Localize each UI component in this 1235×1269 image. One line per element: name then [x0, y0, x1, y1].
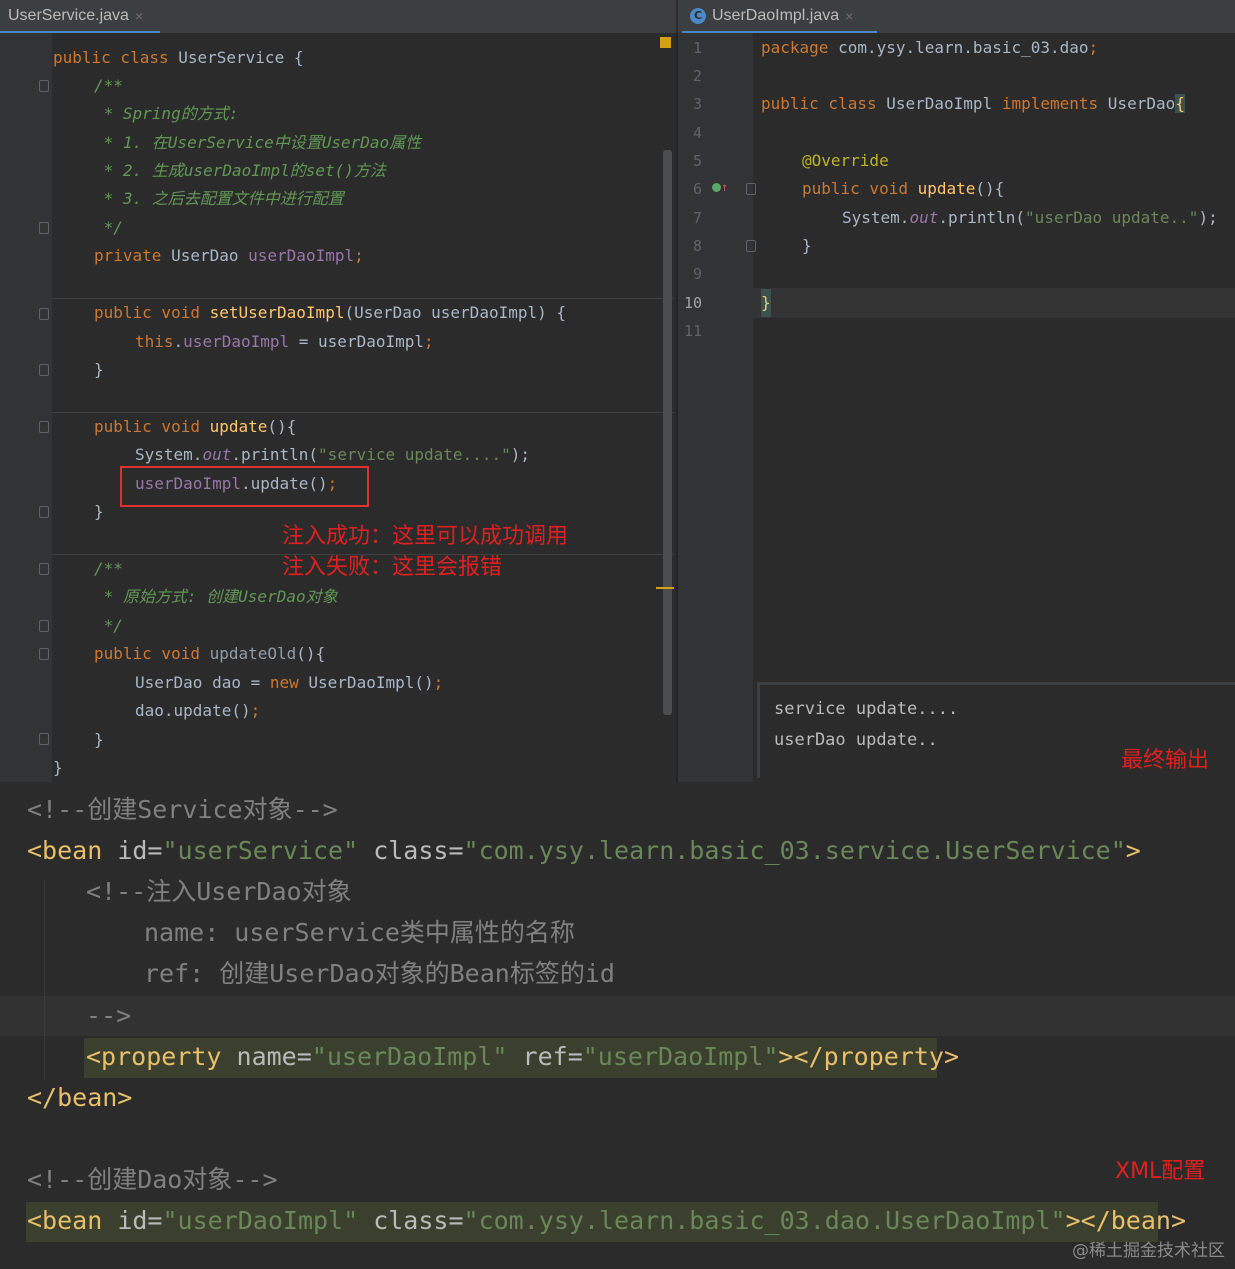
comment-line: * 3. 之后去配置文件中进行配置: [94, 189, 344, 208]
fold-icon[interactable]: [39, 308, 49, 320]
fold-icon[interactable]: [39, 648, 49, 660]
fold-icon[interactable]: [39, 563, 49, 575]
indent-guide: [44, 880, 45, 1080]
fold-icon[interactable]: [39, 364, 49, 376]
line-number: 5: [692, 152, 702, 170]
fold-icon[interactable]: [39, 733, 49, 745]
up-arrow-icon[interactable]: ↑: [721, 180, 728, 194]
implements-gutter-icon[interactable]: [712, 183, 721, 192]
line-number: 8: [692, 237, 702, 255]
xml-comment: <!--创建Service对象-->: [27, 795, 338, 824]
warning-marker[interactable]: [660, 37, 671, 48]
xml-comment: <!--注入UserDao对象: [86, 877, 352, 906]
caret-line-highlight: [753, 288, 1235, 318]
console-line: service update....: [774, 699, 959, 719]
console-line: userDao update..: [774, 730, 938, 750]
left-gutter: [0, 33, 52, 782]
line-number: 7: [692, 209, 702, 227]
vertical-scrollbar[interactable]: [663, 150, 672, 715]
code-line: }: [761, 289, 771, 317]
error-stripe-marker[interactable]: [656, 587, 674, 589]
xml-comment: <!--创建Dao对象-->: [27, 1165, 278, 1194]
comment-line: */: [94, 218, 123, 237]
line-number: 1: [692, 39, 702, 57]
caret-line-highlight: [0, 996, 1235, 1036]
tab-userservice[interactable]: UserService.java ×: [0, 0, 160, 33]
xml-comment: ref: 创建UserDao对象的Bean标签的id: [144, 959, 615, 988]
method-signature: public void update(){: [94, 417, 297, 436]
package-line: package com.ysy.learn.basic_03.dao;: [761, 38, 1099, 57]
fold-icon[interactable]: [39, 506, 49, 518]
success-note: 注入成功：这里可以成功调用: [282, 524, 569, 549]
comment-line: */: [94, 616, 123, 635]
xml-bean-tag: <bean id="userService" class="com.ysy.le…: [27, 836, 1141, 865]
comment-line: /**: [94, 559, 123, 578]
fold-icon[interactable]: [746, 240, 756, 252]
comment-line: /**: [94, 76, 123, 95]
fold-icon[interactable]: [746, 183, 756, 195]
line-number: 4: [692, 124, 702, 142]
xml-bean-end-tag: </bean>: [27, 1083, 133, 1112]
tab-userdaoimpl[interactable]: C UserDaoImpl.java ×: [682, 0, 877, 33]
annotation-line: @Override: [802, 151, 889, 170]
line-number: 3: [692, 95, 702, 113]
fold-icon[interactable]: [39, 421, 49, 433]
code-line: }: [94, 360, 104, 379]
code-line: UserDao dao = new UserDaoImpl();: [135, 673, 444, 692]
tab-label: UserService.java: [8, 6, 129, 24]
class-file-icon: C: [690, 7, 706, 24]
line-number: 6: [692, 180, 702, 198]
right-editor[interactable]: [753, 33, 1235, 782]
close-icon[interactable]: ×: [845, 8, 853, 24]
method-signature: public void setUserDaoImpl(UserDao userD…: [94, 303, 567, 322]
fold-icon[interactable]: [39, 80, 49, 92]
line-number: 9: [692, 265, 702, 283]
comment-line: * 1. 在UserService中设置UserDao属性: [94, 133, 422, 152]
line-number: 10: [683, 294, 702, 312]
field-declaration: private UserDao userDaoImpl;: [94, 246, 364, 265]
code-line: this.userDaoImpl = userDaoImpl;: [135, 332, 434, 351]
xml-bean-tag: <bean id="userDaoImpl" class="com.ysy.le…: [27, 1206, 1187, 1235]
highlight-box: [120, 466, 369, 507]
code-line: System.out.println("userDao update..");: [842, 208, 1218, 227]
comment-line: * Spring的方式:: [94, 104, 239, 123]
code-line: System.out.println("service update....")…: [135, 445, 530, 464]
code-line: }: [53, 758, 63, 777]
failure-note: 注入失败：这里会报错: [282, 555, 503, 580]
xml-config-note: XML配置: [1115, 1159, 1206, 1184]
code-line: dao.update();: [135, 701, 261, 720]
close-icon[interactable]: ×: [135, 8, 143, 24]
method-signature: public void update(){: [802, 179, 1005, 198]
code-line: }: [94, 502, 104, 521]
method-signature: public void updateOld(){: [94, 644, 326, 663]
xml-comment: name: userService类中属性的名称: [144, 918, 575, 947]
final-output-note: 最终输出: [1121, 748, 1210, 773]
class-declaration: public class UserDaoImpl implements User…: [761, 94, 1185, 113]
comment-line: * 2. 生成userDaoImpl的set()方法: [94, 161, 386, 180]
xml-comment: -->: [86, 1001, 132, 1030]
code-line: public class UserService {: [53, 48, 304, 67]
line-number: 11: [683, 322, 702, 340]
fold-icon[interactable]: [39, 222, 49, 234]
watermark: @稀土掘金技术社区: [1072, 1241, 1225, 1261]
code-line: }: [802, 236, 812, 255]
tab-label: UserDaoImpl.java: [712, 6, 840, 24]
xml-property-tag: <property name="userDaoImpl" ref="userDa…: [86, 1042, 960, 1071]
comment-line: * 原始方式: 创建UserDao对象: [94, 587, 338, 606]
line-number: 2: [692, 67, 702, 85]
code-line: }: [94, 730, 104, 749]
fold-icon[interactable]: [39, 620, 49, 632]
